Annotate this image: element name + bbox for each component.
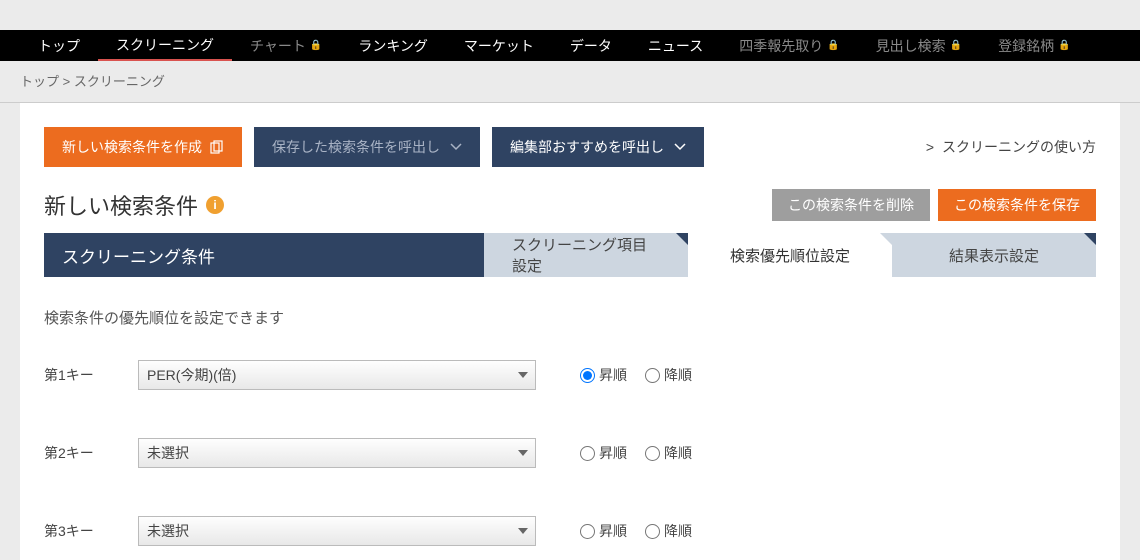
nav-label: 見出し検索 (876, 36, 946, 56)
main-nav: トップ スクリーニング チャート 🔒 ランキング マーケット データ ニュース … (0, 30, 1140, 61)
sort-radio-group: 昇順 降順 (580, 521, 706, 541)
nav-label: チャート (250, 36, 306, 56)
top-spacer (0, 0, 1140, 30)
lock-icon: 🔒 (1058, 40, 1070, 51)
nav-item-chart[interactable]: チャート 🔒 (232, 30, 340, 61)
desc-radio[interactable] (645, 524, 660, 539)
nav-item-ranking[interactable]: ランキング (340, 30, 446, 61)
load-saved-button[interactable]: 保存した検索条件を呼出し (254, 127, 480, 167)
asc-radio-label[interactable]: 昇順 (580, 443, 627, 463)
key-2-select[interactable]: 未選択 (138, 438, 536, 468)
asc-radio-label[interactable]: 昇順 (580, 365, 627, 385)
usage-link[interactable]: > スクリーニングの使い方 (926, 137, 1096, 157)
nav-item-data[interactable]: データ (552, 30, 630, 61)
radio-text: 昇順 (599, 521, 627, 541)
tab-priority-settings[interactable]: 検索優先順位設定 (688, 233, 892, 277)
chevron-down-icon (674, 143, 686, 151)
page-title: 新しい検索条件 i (44, 189, 224, 221)
radio-text: 昇順 (599, 365, 627, 385)
nav-item-headline-search[interactable]: 見出し検索 🔒 (858, 30, 980, 61)
button-label: 編集部おすすめを呼出し (510, 137, 664, 157)
save-condition-button[interactable]: この検索条件を保存 (938, 189, 1096, 221)
nav-item-registered[interactable]: 登録銘柄 🔒 (980, 30, 1088, 61)
nav-label: 登録銘柄 (998, 36, 1054, 56)
nav-item-market[interactable]: マーケット (446, 30, 552, 61)
desc-radio[interactable] (645, 368, 660, 383)
chevron-down-icon (450, 143, 462, 151)
title-text: 新しい検索条件 (44, 189, 198, 221)
asc-radio[interactable] (580, 368, 595, 383)
link-label: スクリーニングの使い方 (942, 139, 1096, 155)
create-condition-button[interactable]: 新しい検索条件を作成 (44, 127, 242, 167)
radio-text: 降順 (664, 521, 692, 541)
nav-label: 四季報先取り (739, 36, 823, 56)
key-label: 第1キー (44, 365, 138, 385)
breadcrumb: トップ > スクリーニング (0, 61, 1140, 103)
content-area: 新しい検索条件を作成 保存した検索条件を呼出し 編集部おすすめを呼出し > スク… (20, 103, 1120, 560)
desc-radio-label[interactable]: 降順 (645, 443, 692, 463)
desc-radio-label[interactable]: 降順 (645, 365, 692, 385)
nav-item-news[interactable]: ニュース (630, 30, 721, 61)
select-wrap: 未選択 (138, 438, 536, 468)
breadcrumb-home[interactable]: トップ (20, 74, 59, 89)
caret-right-icon: > (926, 139, 934, 155)
tabs: スクリーニング条件 スクリーニング項目設定 検索優先順位設定 結果表示設定 (44, 233, 1096, 277)
breadcrumb-current: スクリーニング (74, 74, 165, 89)
load-recommended-button[interactable]: 編集部おすすめを呼出し (492, 127, 704, 167)
description-text: 検索条件の優先順位を設定できます (44, 277, 1096, 346)
select-wrap: PER(今期)(倍) (138, 360, 536, 390)
key-row-2: 第2キー 未選択 昇順 降順 (44, 424, 1096, 502)
key-3-select[interactable]: 未選択 (138, 516, 536, 546)
info-icon[interactable]: i (206, 196, 224, 214)
key-label: 第2キー (44, 443, 138, 463)
delete-condition-button[interactable]: この検索条件を削除 (772, 189, 930, 221)
radio-text: 降順 (664, 443, 692, 463)
button-label: 新しい検索条件を作成 (62, 137, 202, 157)
title-row: 新しい検索条件 i この検索条件を削除 この検索条件を保存 (44, 189, 1096, 221)
nav-item-screening[interactable]: スクリーニング (98, 30, 232, 61)
tab-result-settings[interactable]: 結果表示設定 (892, 233, 1096, 277)
copy-icon (210, 140, 224, 154)
sort-radio-group: 昇順 降順 (580, 443, 706, 463)
key-row-1: 第1キー PER(今期)(倍) 昇順 降順 (44, 346, 1096, 424)
key-1-select[interactable]: PER(今期)(倍) (138, 360, 536, 390)
desc-radio[interactable] (645, 446, 660, 461)
desc-radio-label[interactable]: 降順 (645, 521, 692, 541)
breadcrumb-sep: > (63, 74, 71, 89)
top-actions-row: 新しい検索条件を作成 保存した検索条件を呼出し 編集部おすすめを呼出し > スク… (44, 127, 1096, 167)
asc-radio-label[interactable]: 昇順 (580, 521, 627, 541)
lock-icon: 🔒 (827, 40, 839, 51)
nav-item-top[interactable]: トップ (20, 30, 98, 61)
tab-item-settings[interactable]: スクリーニング項目設定 (484, 233, 688, 277)
key-row-3: 第3キー 未選択 昇順 降順 (44, 502, 1096, 560)
asc-radio[interactable] (580, 446, 595, 461)
lock-icon: 🔒 (310, 40, 322, 51)
radio-text: 降順 (664, 365, 692, 385)
asc-radio[interactable] (580, 524, 595, 539)
select-wrap: 未選択 (138, 516, 536, 546)
lock-icon: 🔒 (950, 40, 962, 51)
key-label: 第3キー (44, 521, 138, 541)
nav-item-shikiho[interactable]: 四季報先取り 🔒 (721, 30, 857, 61)
radio-text: 昇順 (599, 443, 627, 463)
sort-radio-group: 昇順 降順 (580, 365, 706, 385)
tab-header: スクリーニング条件 (44, 233, 484, 277)
title-actions: この検索条件を削除 この検索条件を保存 (772, 189, 1096, 221)
button-label: 保存した検索条件を呼出し (272, 137, 440, 157)
